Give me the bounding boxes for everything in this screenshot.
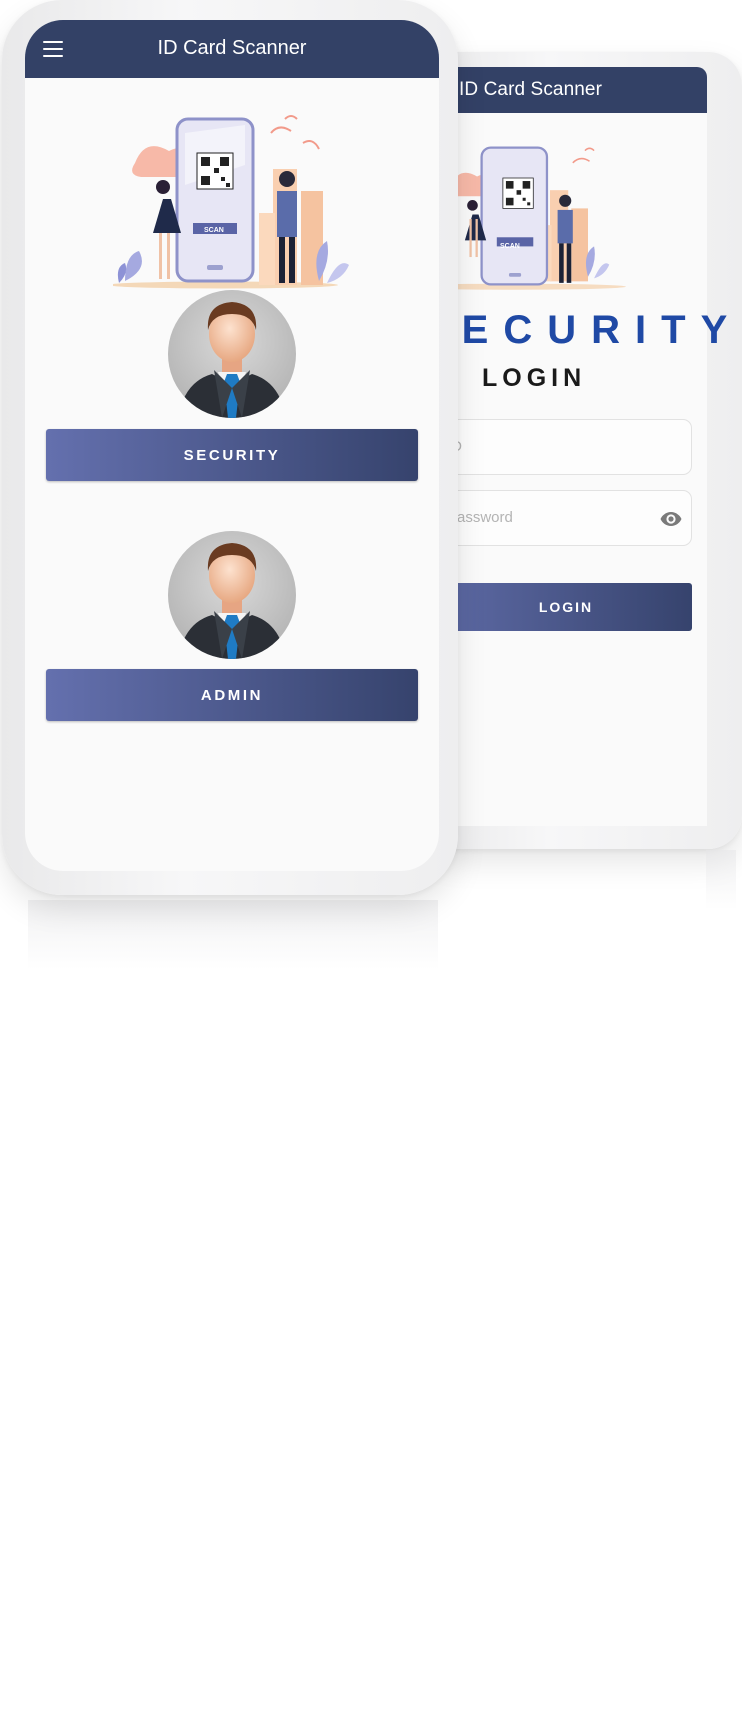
security-role-button-label: SECURITY: [183, 446, 281, 464]
businessman-avatar-icon: [168, 531, 296, 659]
front-scan-illustration: SCAN: [113, 115, 349, 289]
back-app-bar: ID Card Scanner: [442, 67, 707, 113]
back-phone-reflection: [706, 850, 736, 910]
mockup-stage: ID Card Scanner SCAN SECURITY LOGIN Pass…: [0, 0, 742, 1724]
front-illustration-scan-label: SCAN: [204, 227, 224, 234]
admin-role-button-label: ADMIN: [200, 686, 264, 704]
front-app-bar: ID Card Scanner: [25, 20, 439, 78]
front-phone-reflection: [28, 900, 438, 970]
login-button-label: LOGIN: [538, 599, 594, 615]
eye-icon[interactable]: [659, 507, 683, 531]
back-app-title: ID Card Scanner: [459, 79, 603, 100]
security-role-button[interactable]: SECURITY: [46, 429, 418, 481]
businessman-avatar-icon: [168, 290, 296, 418]
front-app-title: ID Card Scanner: [157, 37, 307, 59]
security-role-heading: SECURITY: [420, 308, 742, 352]
security-avatar: [168, 290, 296, 418]
front-phone-screen: ID Card Scanner SCAN SECURITY ADMIN: [25, 20, 439, 871]
admin-avatar: [168, 531, 296, 659]
back-illustration-scan-label: SCAN: [500, 243, 520, 250]
back-scan-illustration: SCAN: [436, 146, 626, 290]
admin-role-button[interactable]: ADMIN: [46, 669, 418, 721]
login-heading: LOGIN: [482, 364, 587, 392]
